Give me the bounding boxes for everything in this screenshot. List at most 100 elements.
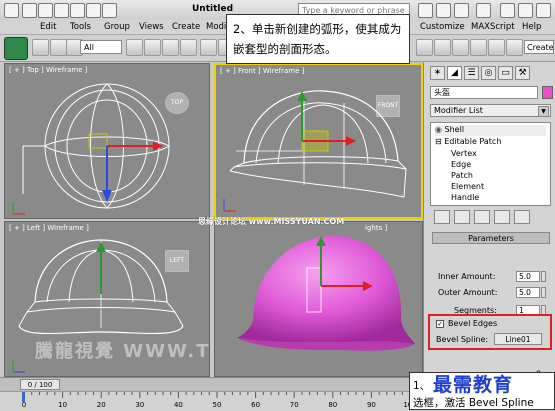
time-slider[interactable]: 0 / 100 <box>0 377 423 392</box>
bevel-spline-pick-button[interactable]: Line01 <box>494 333 542 345</box>
outer-amount-field[interactable]: 5.0 <box>516 287 540 298</box>
watermark-text: 騰龍視覺 WWW.TLVI.NET <box>35 341 210 362</box>
object-color-swatch[interactable] <box>542 86 553 99</box>
select-link-icon[interactable] <box>32 39 49 56</box>
window-title: Untitled <box>192 4 234 14</box>
app-logo-icon[interactable] <box>4 37 28 60</box>
track-tick-label: 50 <box>213 401 222 409</box>
remove-modifier-icon[interactable] <box>494 210 510 224</box>
command-panel: ✶ ◢ ☰ ◎ ▭ ⚒ 头盔 Modifier List ▼ ◉ Shell ⊟… <box>423 62 555 377</box>
stack-subobject-edge[interactable]: Edge <box>451 160 471 169</box>
select-by-name-icon[interactable] <box>144 39 161 56</box>
stack-item-shell[interactable]: ◉ Shell <box>435 125 546 136</box>
track-tick-label: 40 <box>174 401 183 409</box>
track-tick-label: 10 <box>58 401 67 409</box>
menu-maxscript[interactable]: MAXScript <box>471 22 515 32</box>
track-tick-label: 20 <box>97 401 106 409</box>
stack-subobject-patch[interactable]: Patch <box>451 171 473 180</box>
utilities-tab-icon[interactable]: ⚒ <box>515 66 530 80</box>
inner-amount-label: Inner Amount: <box>438 272 496 281</box>
viewport-top[interactable]: [ + ] Top ] Wireframe ] TOP <box>4 63 210 219</box>
configure-sets-icon[interactable] <box>514 210 530 224</box>
snap-toggle-icon[interactable] <box>416 39 433 56</box>
selection-region-icon[interactable] <box>162 39 179 56</box>
inner-amount-spinner[interactable] <box>541 271 546 282</box>
named-selection-icon[interactable] <box>488 39 505 56</box>
communication-icon[interactable] <box>436 3 451 18</box>
modify-tab-icon[interactable]: ◢ <box>447 66 462 80</box>
select-move-icon[interactable] <box>200 39 217 56</box>
stack-toolbar <box>430 210 551 226</box>
percent-snap-icon[interactable] <box>452 39 469 56</box>
window-crossing-icon[interactable] <box>180 39 197 56</box>
track-tick-label: 80 <box>328 401 337 409</box>
front-view-wireframe <box>223 90 407 212</box>
bevel-edges-label: Bevel Edges <box>448 319 498 328</box>
create-tab-icon[interactable]: ✶ <box>430 66 445 80</box>
parameters-rollout-header[interactable]: Parameters <box>432 232 550 244</box>
bevel-edges-checkbox[interactable]: ✓ <box>436 320 444 328</box>
time-slider-thumb[interactable]: 0 / 100 <box>20 379 60 390</box>
track-tick-label: 30 <box>135 401 144 409</box>
callout-step-number: 1、 <box>413 380 431 392</box>
favorites-icon[interactable] <box>454 3 469 18</box>
current-frame-marker[interactable] <box>22 392 25 402</box>
menu-modifiers[interactable]: Modi <box>206 22 226 32</box>
unlink-icon[interactable] <box>50 39 67 56</box>
menu-customize[interactable]: Customize <box>420 22 465 32</box>
bevel-spline-label: Bevel Spline: <box>436 335 489 344</box>
pin-stack-icon[interactable] <box>434 210 450 224</box>
display-tab-icon[interactable]: ▭ <box>498 66 513 80</box>
hierarchy-tab-icon[interactable]: ☰ <box>464 66 479 80</box>
redo-icon[interactable] <box>86 3 101 18</box>
viewport-perspective[interactable]: ights ] <box>214 221 423 377</box>
motion-tab-icon[interactable]: ◎ <box>481 66 496 80</box>
app-menu-icon[interactable] <box>4 3 19 18</box>
outer-amount-spinner[interactable] <box>541 287 546 298</box>
mirror-icon[interactable] <box>506 39 523 56</box>
help-icon[interactable] <box>476 3 491 18</box>
stack-item-editable-patch[interactable]: ⊟ Editable Patch <box>435 137 501 146</box>
menu-create[interactable]: Create <box>172 22 200 32</box>
stack-subobject-handle[interactable]: Handle <box>451 193 479 202</box>
menu-tools[interactable]: Tools <box>70 22 91 32</box>
callout-step-text: 选框，激活 Bevel Spline <box>413 397 534 409</box>
spinner-snap-icon[interactable] <box>470 39 487 56</box>
undo-icon[interactable] <box>70 3 85 18</box>
object-name-field[interactable]: 头盔 <box>430 86 538 99</box>
stack-subobject-element[interactable]: Element <box>451 182 484 191</box>
modifier-list-select[interactable]: Modifier List ▼ <box>430 104 551 117</box>
menu-help[interactable]: Help <box>522 22 541 32</box>
viewport-front[interactable]: [ + ] Front ] Wireframe ] FRONT <box>214 63 423 219</box>
modifier-list-label: Modifier List <box>434 106 483 115</box>
open-file-icon[interactable] <box>38 3 53 18</box>
top-view-wireframe <box>12 83 170 215</box>
track-tick-label: 70 <box>290 401 299 409</box>
track-tick-label: 60 <box>251 401 260 409</box>
close-icon[interactable] <box>536 3 551 18</box>
project-folder-icon[interactable] <box>102 3 117 18</box>
watermark-site: 思缘设计论坛 www.MISSYUAN.COM <box>198 217 345 226</box>
angle-snap-icon[interactable] <box>434 39 451 56</box>
stack-subobject-vertex[interactable]: Vertex <box>451 149 477 158</box>
search-icon[interactable] <box>418 3 433 18</box>
modifier-stack: ◉ Shell ⊟ Editable Patch Vertex Edge Pat… <box>430 122 551 206</box>
show-end-result-icon[interactable] <box>454 210 470 224</box>
inner-amount-field[interactable]: 5.0 <box>516 271 540 282</box>
menu-edit[interactable]: Edit <box>40 22 56 32</box>
maximize-icon[interactable] <box>518 3 533 18</box>
make-unique-icon[interactable] <box>474 210 490 224</box>
viewport-left[interactable]: [ + ] Left ] Wireframe ] LEFT 騰龍視覺 WWW.T… <box>4 221 210 377</box>
menu-group[interactable]: Group <box>104 22 130 32</box>
minimize-icon[interactable] <box>500 3 515 18</box>
instruction-callout-top: 2、单击新创建的弧形，使其成为嵌套型的剖面形态。 <box>226 14 410 64</box>
selection-filter-select[interactable]: All <box>80 40 122 54</box>
chevron-down-icon[interactable]: ▼ <box>538 106 549 117</box>
save-file-icon[interactable] <box>54 3 69 18</box>
outer-amount-label: Outer Amount: <box>438 288 498 297</box>
new-file-icon[interactable] <box>22 3 37 18</box>
menu-views[interactable]: Views <box>139 22 164 32</box>
select-object-icon[interactable] <box>126 39 143 56</box>
perspective-helmet-render <box>237 235 415 351</box>
named-selection-field[interactable]: Create <box>524 40 554 54</box>
